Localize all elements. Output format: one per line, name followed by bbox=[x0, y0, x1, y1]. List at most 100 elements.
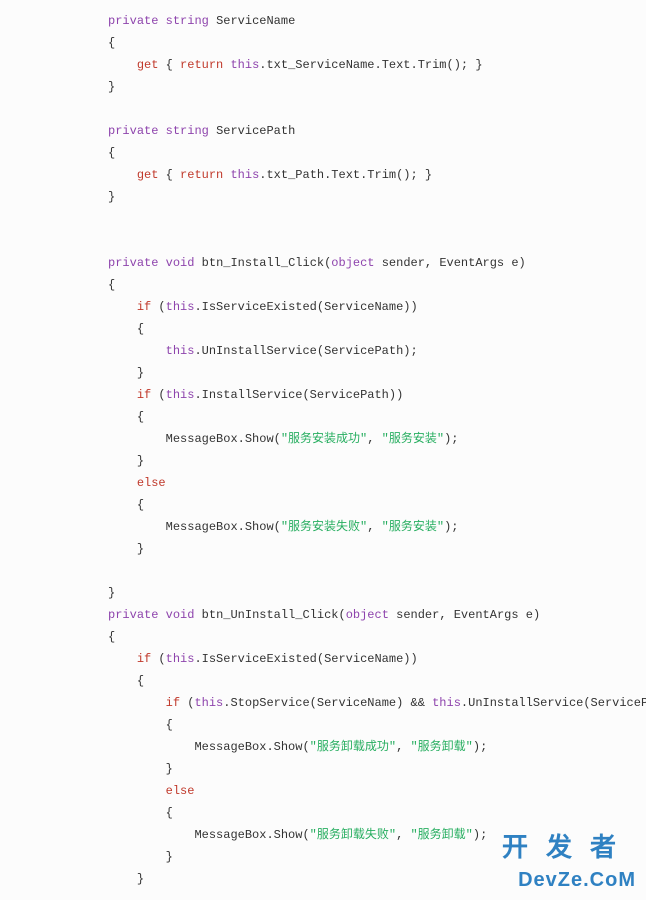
code-token: { bbox=[108, 36, 115, 50]
code-token: ); bbox=[444, 520, 458, 534]
code-line: private string ServicePath bbox=[0, 124, 295, 138]
code-token: if bbox=[137, 652, 151, 666]
code-token: } bbox=[137, 872, 144, 886]
code-token: .IsServiceExisted(ServiceName)) bbox=[194, 652, 417, 666]
code-token: .txt_ServiceName.Text.Trim(); } bbox=[259, 58, 482, 72]
code-token: } bbox=[108, 586, 115, 600]
code-token: { bbox=[158, 58, 180, 72]
code-line: } bbox=[0, 762, 173, 776]
code-token: sender, EventArgs e) bbox=[389, 608, 540, 622]
code-token: "服务卸载成功" bbox=[310, 740, 396, 754]
code-token: this bbox=[230, 168, 259, 182]
code-line bbox=[0, 102, 108, 116]
code-token: "服务安装" bbox=[382, 520, 444, 534]
code-token: .IsServiceExisted(ServiceName)) bbox=[194, 300, 417, 314]
code-line: } bbox=[0, 366, 144, 380]
code-line: private void btn_Install_Click(object se… bbox=[0, 256, 526, 270]
code-token: else bbox=[166, 784, 195, 798]
code-line: MessageBox.Show("服务卸载成功", "服务卸载"); bbox=[0, 740, 487, 754]
code-token: this bbox=[432, 696, 461, 710]
code-token: MessageBox.Show( bbox=[194, 740, 309, 754]
code-token: "服务卸载" bbox=[410, 740, 472, 754]
code-line: else bbox=[0, 784, 194, 798]
code-line: } bbox=[0, 542, 144, 556]
code-line: } bbox=[0, 454, 144, 468]
code-token: } bbox=[166, 850, 173, 864]
code-block: private string ServiceName { get { retur… bbox=[0, 0, 646, 900]
code-line: { bbox=[0, 806, 173, 820]
code-token: .StopService(ServiceName) && bbox=[223, 696, 432, 710]
code-token: if bbox=[137, 300, 151, 314]
code-token: "服务安装" bbox=[382, 432, 444, 446]
code-token: .UnInstallService(ServicePath); bbox=[194, 344, 417, 358]
code-token: { bbox=[137, 410, 144, 424]
code-token: { bbox=[108, 630, 115, 644]
code-line: } bbox=[0, 586, 115, 600]
code-line: { bbox=[0, 630, 115, 644]
code-line: get { return this.txt_ServiceName.Text.T… bbox=[0, 58, 483, 72]
code-token: private bbox=[108, 608, 158, 622]
code-token: } bbox=[137, 542, 144, 556]
code-line: } bbox=[0, 872, 144, 886]
code-token: return bbox=[180, 168, 223, 182]
code-token: "服务卸载失败" bbox=[310, 828, 396, 842]
code-token: "服务卸载" bbox=[410, 828, 472, 842]
code-token: string bbox=[166, 124, 209, 138]
code-token: private bbox=[108, 14, 158, 28]
code-line: { bbox=[0, 146, 115, 160]
code-line: if (this.IsServiceExisted(ServiceName)) bbox=[0, 300, 418, 314]
code-line: if (this.StopService(ServiceName) && thi… bbox=[0, 696, 646, 710]
code-token: this bbox=[166, 388, 195, 402]
code-token: object bbox=[331, 256, 374, 270]
code-token: MessageBox.Show( bbox=[166, 432, 281, 446]
code-line: } bbox=[0, 80, 115, 94]
code-token: { bbox=[137, 498, 144, 512]
code-line: { bbox=[0, 718, 173, 732]
code-token: get bbox=[137, 168, 159, 182]
code-token: ( bbox=[151, 388, 165, 402]
code-token: this bbox=[166, 300, 195, 314]
code-token: ( bbox=[180, 696, 194, 710]
code-token: , bbox=[396, 828, 410, 842]
code-token: this bbox=[166, 652, 195, 666]
code-token bbox=[158, 14, 165, 28]
code-token: btn_Install_Click( bbox=[194, 256, 331, 270]
code-token: .InstallService(ServicePath)) bbox=[194, 388, 403, 402]
code-token: { bbox=[137, 674, 144, 688]
code-token: { bbox=[166, 718, 173, 732]
code-line: MessageBox.Show("服务卸载失败", "服务卸载"); bbox=[0, 828, 487, 842]
code-line bbox=[0, 564, 137, 578]
code-token: ); bbox=[444, 432, 458, 446]
code-line: MessageBox.Show("服务安装成功", "服务安装"); bbox=[0, 432, 458, 446]
code-token: this bbox=[166, 344, 195, 358]
code-token: ServiceName bbox=[209, 14, 295, 28]
code-token: if bbox=[166, 696, 180, 710]
code-line: { bbox=[0, 322, 144, 336]
code-token: { bbox=[137, 322, 144, 336]
code-token: void bbox=[166, 608, 195, 622]
code-token: btn_UnInstall_Click( bbox=[194, 608, 345, 622]
code-token: object bbox=[346, 608, 389, 622]
code-token: get bbox=[137, 58, 159, 72]
code-token: this bbox=[194, 696, 223, 710]
code-line: { bbox=[0, 410, 144, 424]
code-token: } bbox=[137, 454, 144, 468]
code-token: MessageBox.Show( bbox=[166, 520, 281, 534]
code-token: "服务安装失败" bbox=[281, 520, 367, 534]
code-token: else bbox=[137, 476, 166, 490]
code-token: private bbox=[108, 256, 158, 270]
code-token: "服务安装成功" bbox=[281, 432, 367, 446]
code-token: ); bbox=[473, 828, 487, 842]
code-token: , bbox=[396, 740, 410, 754]
code-token: return bbox=[180, 58, 223, 72]
code-token: } bbox=[108, 190, 115, 204]
code-token: ( bbox=[151, 300, 165, 314]
code-token: void bbox=[166, 256, 195, 270]
code-token: private bbox=[108, 124, 158, 138]
code-line: { bbox=[0, 278, 115, 292]
code-line: } bbox=[0, 190, 115, 204]
code-token: , bbox=[367, 432, 381, 446]
code-token: ); bbox=[473, 740, 487, 754]
code-token: , bbox=[367, 520, 381, 534]
code-token: { bbox=[108, 146, 115, 160]
